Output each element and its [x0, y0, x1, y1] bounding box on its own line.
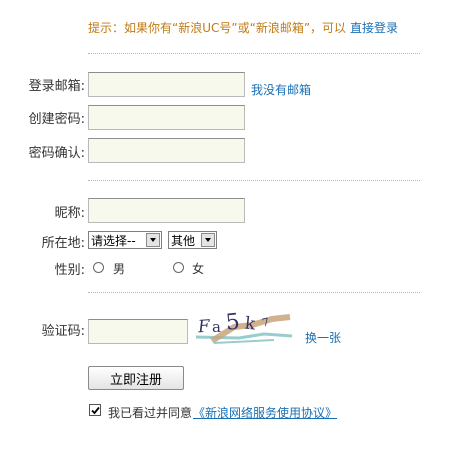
- confirm-password-label: 密码确认:: [28, 146, 85, 161]
- login-hint: 提示：如果你有“新浪UC号”或“新浪邮箱”，可以 直接登录: [88, 19, 398, 36]
- city-selected-value: 其他: [171, 233, 196, 248]
- agreement-text: 我已看过并同意: [108, 406, 193, 420]
- email-label: 登录邮箱:: [28, 79, 85, 94]
- captcha-noise-line: [213, 339, 275, 344]
- no-email-link[interactable]: 我没有邮箱: [251, 81, 311, 98]
- chevron-down-icon: [201, 233, 215, 247]
- captcha-char: F: [196, 317, 211, 338]
- captcha-image: F a 5 k 7: [195, 309, 293, 344]
- gender-male-label: 男: [113, 262, 126, 276]
- checkmark-icon: [90, 406, 100, 414]
- divider: [88, 53, 420, 54]
- gender-female-label: 女: [192, 262, 205, 276]
- register-button[interactable]: 立即注册: [88, 366, 184, 390]
- refresh-captcha-link[interactable]: 换一张: [305, 329, 341, 346]
- chevron-down-icon: [146, 233, 160, 247]
- agreement-link[interactable]: 《新浪网络服务使用协议》: [193, 406, 337, 420]
- nickname-field[interactable]: [88, 198, 245, 223]
- agreement-checkbox[interactable]: [89, 404, 101, 416]
- province-select[interactable]: 请选择--: [88, 231, 162, 249]
- city-select[interactable]: 其他: [168, 231, 217, 249]
- password-field[interactable]: [88, 105, 245, 130]
- captcha-field[interactable]: [88, 319, 188, 344]
- hint-text: 提示：如果你有“新浪UC号”或“新浪邮箱”，可以: [88, 21, 347, 35]
- password-label: 创建密码:: [28, 112, 85, 127]
- province-selected-value: 请选择--: [91, 233, 136, 248]
- location-label: 所在地:: [41, 236, 85, 251]
- direct-login-link[interactable]: 直接登录: [350, 21, 398, 35]
- agreement-row: 我已看过并同意《新浪网络服务使用协议》: [108, 404, 337, 421]
- gender-female-radio[interactable]: [173, 262, 184, 273]
- captcha-char: a: [212, 318, 221, 336]
- captcha-char: 5: [224, 309, 241, 335]
- confirm-password-field[interactable]: [88, 138, 245, 163]
- captcha-char: k: [244, 314, 257, 335]
- divider: [88, 180, 420, 181]
- gender-label: 性别:: [54, 263, 85, 278]
- email-field[interactable]: [88, 72, 245, 97]
- divider: [88, 292, 420, 293]
- captcha-label: 验证码:: [41, 324, 85, 339]
- gender-male-radio[interactable]: [93, 262, 104, 273]
- nickname-label: 昵称:: [54, 206, 85, 221]
